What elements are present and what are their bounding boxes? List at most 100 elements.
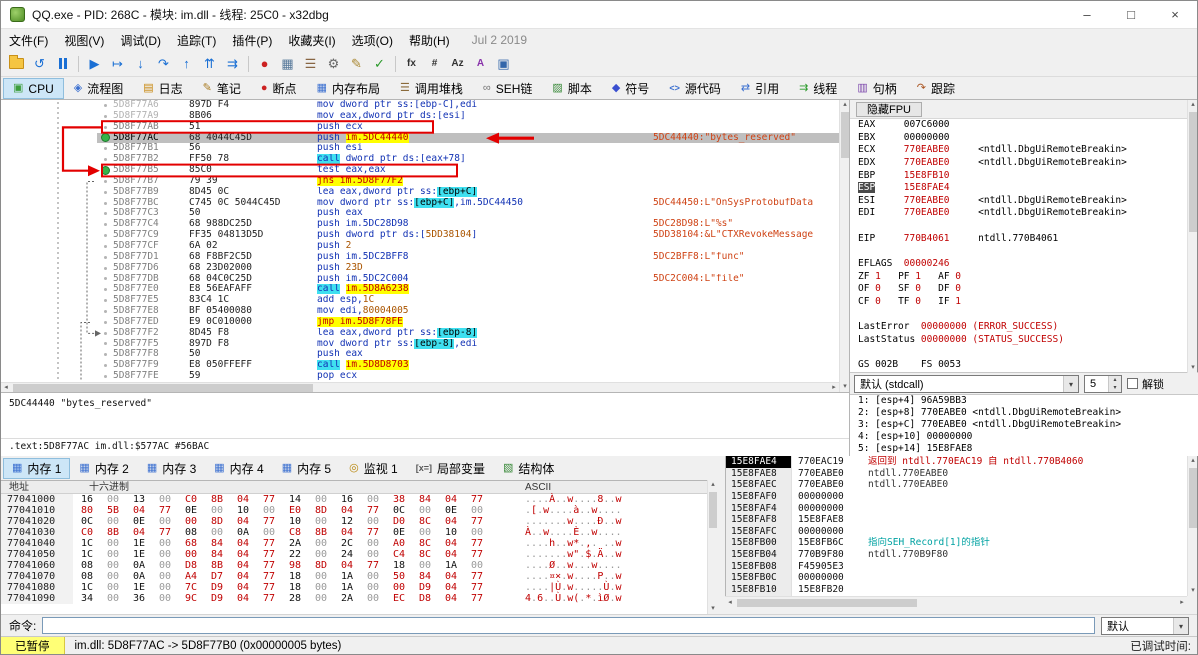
menu-item[interactable]: 插件(P) xyxy=(224,29,280,52)
step-out-icon[interactable]: ↑ xyxy=(175,53,198,75)
breakpoint-slot[interactable] xyxy=(103,114,107,118)
memory-row[interactable]: 77041080 1C 00 1E 00 7C D9 04 77 18 00 1A 00 00 D9 04 77… xyxy=(1,582,717,593)
breakpoint-slot[interactable] xyxy=(103,299,107,303)
step-into-icon[interactable]: ↓ xyxy=(129,53,152,75)
register-row[interactable] xyxy=(850,347,1178,360)
run-icon[interactable]: ▶ xyxy=(83,53,106,75)
menu-item[interactable]: 帮助(H) xyxy=(401,29,458,52)
arg-count-stepper[interactable]: 5 ▴ ▾ xyxy=(1084,374,1122,393)
maximize-button[interactable]: □ xyxy=(1109,1,1153,28)
close-button[interactable]: × xyxy=(1153,1,1197,28)
tab-内存 5[interactable]: ▦ 内存 5 xyxy=(273,458,340,479)
open-file-icon[interactable] xyxy=(5,53,28,75)
stack-row[interactable]: 15E8FAF4 00000000 xyxy=(726,502,1187,515)
memory-row[interactable]: 77041000 16 00 13 00 C0 8B 04 77 14 00 16 00 38 84 04 77… xyxy=(1,494,717,505)
breakpoint-slot[interactable] xyxy=(103,147,107,151)
breakpoint-slot[interactable] xyxy=(103,244,107,248)
breakpoint-slot[interactable] xyxy=(103,309,107,313)
breakpoint-slot[interactable] xyxy=(103,375,107,379)
disasm-row[interactable]: 5D8F77D6 68 23D02000 push 23D xyxy=(1,262,839,274)
calling-convention-select[interactable]: 默认 (stdcall) ▾ xyxy=(854,374,1079,393)
tab-源代码[interactable]: <> 源代码 xyxy=(659,78,731,99)
memory-row[interactable]: 77041040 1C 00 1E 00 68 84 04 77 2A 00 2C 00 A0 8C 04 77… xyxy=(1,538,717,549)
execute-till-return-icon[interactable]: ⇈ xyxy=(198,53,221,75)
pane-splitter[interactable] xyxy=(717,456,725,614)
disasm-row[interactable]: 5D8F77AB 51 push ecx xyxy=(1,121,839,133)
tab-内存 3[interactable]: ▦ 内存 3 xyxy=(138,458,205,479)
animate-icon[interactable]: ⇉ xyxy=(221,53,244,75)
breakpoint-slot[interactable] xyxy=(103,277,107,281)
settings-icon[interactable]: ⚙ xyxy=(322,53,345,75)
argument-row[interactable]: 5: [esp+14] 15E8FAE8 xyxy=(850,443,1198,455)
breakpoint-slot[interactable] xyxy=(103,266,107,270)
register-row[interactable]: OF 0 SF 0 DF 0 xyxy=(850,283,1178,296)
highlight-icon[interactable]: A xyxy=(469,53,492,75)
breakpoint-slot[interactable] xyxy=(103,179,107,183)
register-row[interactable]: LastError 00000000 (ERROR_SUCCESS) xyxy=(850,321,1178,334)
register-row[interactable] xyxy=(850,245,1178,258)
tab-内存 2[interactable]: ▦ 内存 2 xyxy=(70,458,137,479)
dump-vscrollbar[interactable]: ▴ ▾ xyxy=(707,480,717,614)
disassembly-pane[interactable]: 5D8F77A6 897D F4 mov dword ptr ss:[ebp-C],… xyxy=(1,100,839,382)
tab-内存 1[interactable]: ▦ 内存 1 xyxy=(3,458,71,479)
register-row[interactable]: LastStatus 00000000 (STATUS_SUCCESS) xyxy=(850,334,1178,347)
argument-row[interactable]: 4: [esp+10] 00000000 xyxy=(850,431,1198,443)
register-row[interactable]: GS 002B FS 0053 xyxy=(850,359,1178,372)
menu-item[interactable]: 文件(F) xyxy=(1,29,56,52)
register-row[interactable] xyxy=(850,220,1178,233)
font-icon[interactable]: Az xyxy=(446,53,469,75)
registers-vscrollbar[interactable]: ▴ ▾ xyxy=(1187,100,1197,373)
breakpoint-dot[interactable] xyxy=(100,165,110,175)
computer-icon[interactable]: ▣ xyxy=(492,53,515,75)
stack-row[interactable]: 15E8FB0C 00000000 xyxy=(726,572,1187,585)
memory-row[interactable]: 77041090 34 00 36 00 9C D9 04 77 28 00 2A 00 EC D8 04 77… xyxy=(1,593,717,604)
breakpoint-slot[interactable] xyxy=(103,320,107,324)
stack-row[interactable]: 15E8FB08 F45905E3 xyxy=(726,560,1187,573)
step-over-icon[interactable]: ↷ xyxy=(152,53,175,75)
register-row[interactable]: EBP 15E8FB10 xyxy=(850,170,1178,183)
register-row[interactable]: EBX 00000000 xyxy=(850,132,1178,145)
breakpoint-slot[interactable] xyxy=(103,103,107,107)
memory-row[interactable]: 77041050 1C 00 1E 00 00 84 04 77 22 00 24 00 C4 8C 04 77… xyxy=(1,549,717,560)
stack-row[interactable]: 15E8FAF8 15E8FAE8 xyxy=(726,514,1187,526)
menu-item[interactable]: 追踪(T) xyxy=(169,29,224,52)
register-row[interactable]: CF 0 TF 0 IF 1 xyxy=(850,296,1178,309)
disasm-row[interactable]: 5D8F77FE 59 pop ecx xyxy=(1,370,839,382)
register-row[interactable]: ZF 1 PF 1 AF 0 xyxy=(850,271,1178,284)
tab-监视 1[interactable]: ◎ 监视 1 xyxy=(340,458,407,479)
stepper-arrows-icon[interactable]: ▴ ▾ xyxy=(1108,375,1121,392)
memory-row[interactable]: 77041060 08 00 0A 00 D8 8B 04 77 98 8D 04 77 18 00 1A 00… xyxy=(1,560,717,571)
register-row[interactable]: EDX 770EABE0 <ntdll.DbgUiRemoteBreakin> xyxy=(850,157,1178,170)
register-row[interactable] xyxy=(850,309,1178,322)
memory-row[interactable]: 77041030 C0 8B 04 77 08 00 0A 00 C8 8B 04 77 0E 00 10 00… xyxy=(1,527,717,538)
tab-调用堆栈[interactable]: ☰ 调用堆栈 xyxy=(390,78,473,99)
memory-map-icon[interactable]: ▦ xyxy=(276,53,299,75)
command-input[interactable] xyxy=(42,617,1095,634)
tab-流程图[interactable]: ◈ 流程图 xyxy=(64,78,133,99)
breakpoint-slot[interactable] xyxy=(103,190,107,194)
stack-pane[interactable]: 15E8FAE4 770EAC19 返回到 ntdll.770EAC19 自 ntd… xyxy=(725,456,1187,596)
breakpoint-slot[interactable] xyxy=(103,342,107,346)
tab-内存 4[interactable]: ▦ 内存 4 xyxy=(205,458,272,479)
command-script-select[interactable]: 默认 ▾ xyxy=(1101,616,1189,635)
breakpoint-dot[interactable] xyxy=(100,133,110,143)
unlock-checkbox[interactable] xyxy=(1127,378,1138,389)
stack-row[interactable]: 15E8FAE8 770EABE0 ntdll.770EABE0 xyxy=(726,467,1187,480)
stack-row[interactable]: 15E8FB00 15E8FB6C 指向SEH_Record[1]的指针 xyxy=(726,537,1187,550)
tab-SEH链[interactable]: ∞ SEH链 xyxy=(473,78,543,99)
tab-笔记[interactable]: ✎ 笔记 xyxy=(193,78,251,99)
stack-row[interactable]: 15E8FAE4 770EAC19 返回到 ntdll.770EAC19 自 ntd… xyxy=(726,456,1187,468)
breakpoint-slot[interactable] xyxy=(103,353,107,357)
register-row[interactable]: EDI 770EABE0 <ntdll.DbgUiRemoteBreakin> xyxy=(850,207,1178,220)
menu-item[interactable]: 视图(V) xyxy=(56,29,112,52)
tab-线程[interactable]: ⇉ 线程 xyxy=(789,78,847,99)
register-row[interactable]: EIP 770B4061 ntdll.770B4061 xyxy=(850,233,1178,246)
breakpoint-slot[interactable] xyxy=(103,223,107,227)
breakpoint-slot[interactable] xyxy=(103,125,107,129)
pause-icon[interactable] xyxy=(51,53,74,75)
breakpoint-slot[interactable] xyxy=(103,201,107,205)
register-row[interactable]: EAX 007C6000 xyxy=(850,119,1178,132)
stack-row[interactable]: 15E8FAFC 00000000 xyxy=(726,525,1187,538)
stack-row[interactable]: 15E8FB04 770B9F80 ntdll.770B9F80 xyxy=(726,549,1187,561)
disasm-row[interactable]: 5D8F77F2 8D45 F8 lea eax,dword ptr ss:[ebp… xyxy=(1,327,839,339)
